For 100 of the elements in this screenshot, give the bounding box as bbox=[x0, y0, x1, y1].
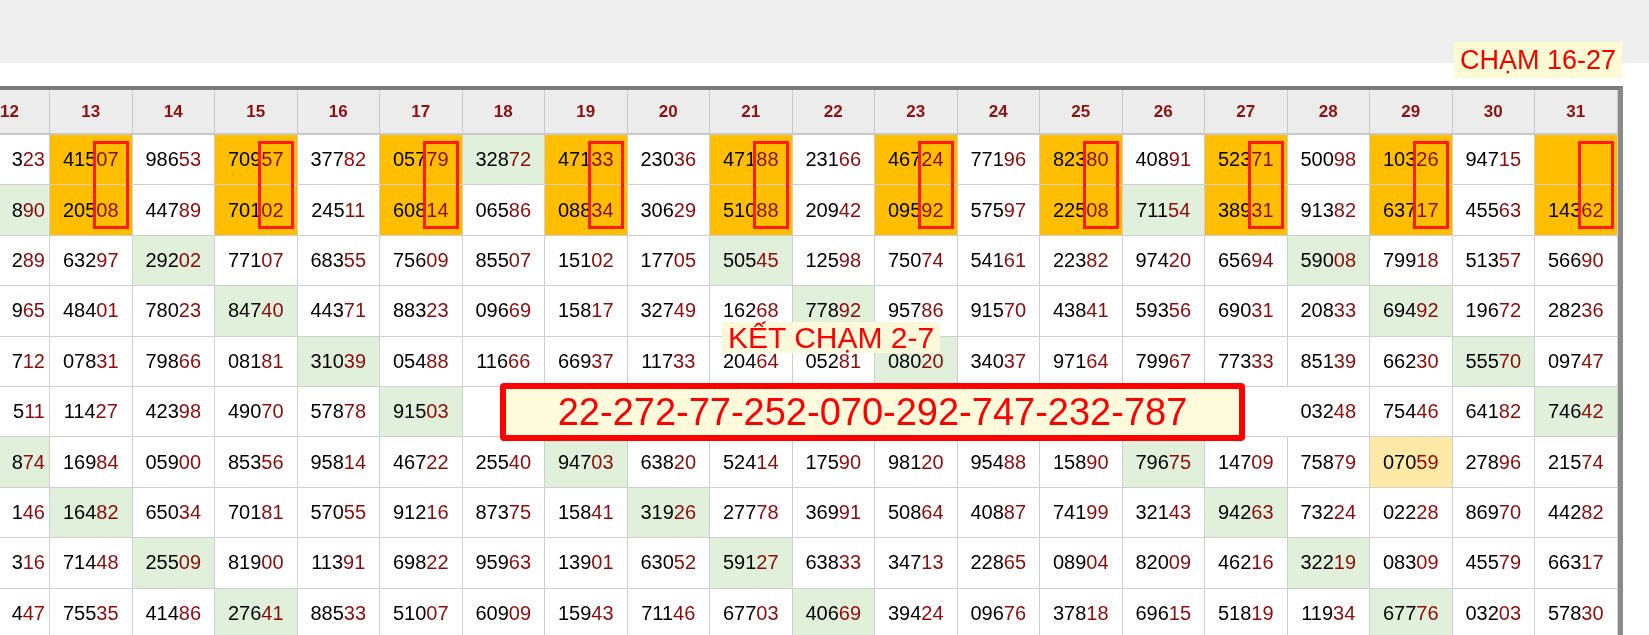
column-header: 20 bbox=[627, 90, 710, 135]
table-cell: 59356 bbox=[1122, 286, 1205, 337]
table-cell: 44789 bbox=[132, 185, 215, 236]
table-cell: 46722 bbox=[380, 437, 463, 488]
table-cell: 874 bbox=[0, 437, 50, 488]
table-cell: 965 bbox=[0, 286, 50, 337]
title-label: CHẠM 16-27 bbox=[1453, 42, 1622, 78]
table-cell: 511 bbox=[0, 386, 50, 438]
table-cell: 316 bbox=[0, 538, 50, 589]
column-header: 27 bbox=[1205, 90, 1288, 135]
table-cell: 74642 bbox=[1535, 386, 1618, 438]
table-cell: 42398 bbox=[132, 386, 215, 438]
column-header: 13 bbox=[50, 90, 133, 135]
table-cell: 77107 bbox=[215, 235, 298, 287]
table-cell: 97420 bbox=[1122, 235, 1205, 287]
table-cell: 16482 bbox=[50, 487, 133, 539]
table-cell: 40887 bbox=[957, 487, 1040, 539]
table-cell: 03248 bbox=[1287, 386, 1370, 438]
table-cell: 32219 bbox=[1287, 538, 1370, 589]
column-header: 12 bbox=[0, 90, 50, 135]
table-cell: 20942 bbox=[792, 185, 875, 236]
table-cell: 49070 bbox=[215, 386, 298, 438]
table-cell: 32749 bbox=[627, 286, 710, 337]
table-cell: 95963 bbox=[462, 538, 545, 589]
table-cell: 890 bbox=[0, 185, 50, 236]
table-cell: 63297 bbox=[50, 235, 133, 287]
table-cell: 73224 bbox=[1287, 487, 1370, 539]
table-cell: 22865 bbox=[957, 538, 1040, 589]
table-cell: 69492 bbox=[1370, 286, 1453, 337]
table-cell: 70102 bbox=[215, 185, 298, 236]
table-cell: 71448 bbox=[50, 538, 133, 589]
table-cell: 50864 bbox=[875, 487, 958, 539]
table-cell: 85507 bbox=[462, 235, 545, 287]
table-cell: 57597 bbox=[957, 185, 1040, 236]
table-cell: 31039 bbox=[297, 336, 380, 387]
table-cell: 32872 bbox=[462, 135, 545, 186]
table-cell: 57878 bbox=[297, 386, 380, 438]
column-header: 18 bbox=[462, 90, 545, 135]
column-header: 14 bbox=[132, 90, 215, 135]
column-header: 25 bbox=[1040, 90, 1123, 135]
column-header: 15 bbox=[215, 90, 298, 135]
table-cell: 25509 bbox=[132, 538, 215, 589]
table-cell: 45563 bbox=[1452, 185, 1535, 236]
table-cell: 98653 bbox=[132, 135, 215, 186]
table-cell: 54161 bbox=[957, 235, 1040, 287]
table-cell: 46216 bbox=[1205, 538, 1288, 589]
table-cell: 75879 bbox=[1287, 437, 1370, 488]
table-cell: 75609 bbox=[380, 235, 463, 287]
table-cell: 22382 bbox=[1040, 235, 1123, 287]
table-cell: 59008 bbox=[1287, 235, 1370, 287]
table-cell: 11391 bbox=[297, 538, 380, 589]
table-cell: 66230 bbox=[1370, 336, 1453, 387]
column-header: 23 bbox=[875, 90, 958, 135]
table-cell: 44282 bbox=[1535, 487, 1618, 539]
result-label: KẾT CHẠM 2-7 bbox=[722, 322, 941, 353]
table-cell: 45579 bbox=[1452, 538, 1535, 589]
table-cell: 79918 bbox=[1370, 235, 1453, 287]
table-cell: 712 bbox=[0, 336, 50, 387]
column-header: 24 bbox=[957, 90, 1040, 135]
table-cell: 07831 bbox=[50, 336, 133, 387]
table-cell: 79866 bbox=[132, 336, 215, 387]
table-cell: 70181 bbox=[215, 487, 298, 539]
table-cell: 85139 bbox=[1287, 336, 1370, 387]
column-header: 29 bbox=[1370, 90, 1453, 135]
table-cell: 91216 bbox=[380, 487, 463, 539]
table-cell: 146 bbox=[0, 487, 50, 539]
table-cell: 44371 bbox=[297, 286, 380, 337]
table-cell: 63833 bbox=[792, 538, 875, 589]
table-cell: 289 bbox=[0, 235, 50, 287]
table-cell: 71154 bbox=[1122, 185, 1205, 236]
table-cell: 55570 bbox=[1452, 336, 1535, 387]
table-cell: 32143 bbox=[1122, 487, 1205, 539]
table-cell: 94263 bbox=[1205, 487, 1288, 539]
table-cell: 86970 bbox=[1452, 487, 1535, 539]
column-header: 19 bbox=[545, 90, 628, 135]
table-cell: 36991 bbox=[792, 487, 875, 539]
column-header: 26 bbox=[1122, 90, 1205, 135]
table-cell: 29202 bbox=[132, 235, 215, 287]
table-cell: 28236 bbox=[1535, 286, 1618, 337]
table-cell: 95814 bbox=[297, 437, 380, 488]
table-cell: 323 bbox=[0, 135, 50, 186]
column-header: 17 bbox=[380, 90, 463, 135]
column-header: 31 bbox=[1535, 90, 1618, 135]
table-cell: 94715 bbox=[1452, 135, 1535, 186]
table-cell: 11666 bbox=[462, 336, 545, 387]
table-cell: 59127 bbox=[710, 538, 793, 589]
table-cell: 87375 bbox=[462, 487, 545, 539]
table-cell: 67776 bbox=[1370, 588, 1453, 635]
table-cell: 69031 bbox=[1205, 286, 1288, 337]
table-cell: 14709 bbox=[1205, 437, 1288, 488]
table-cell: 09669 bbox=[462, 286, 545, 337]
table-cell: 66317 bbox=[1535, 538, 1618, 589]
table-cell: 91382 bbox=[1287, 185, 1370, 236]
table-cell: 16984 bbox=[50, 437, 133, 488]
table-cell: 23036 bbox=[627, 135, 710, 186]
table-cell: 09747 bbox=[1535, 336, 1618, 387]
table-cell: 23166 bbox=[792, 135, 875, 186]
column-header: 22 bbox=[792, 90, 875, 135]
table-cell: 02228 bbox=[1370, 487, 1453, 539]
table-cell: 07059 bbox=[1370, 437, 1453, 488]
